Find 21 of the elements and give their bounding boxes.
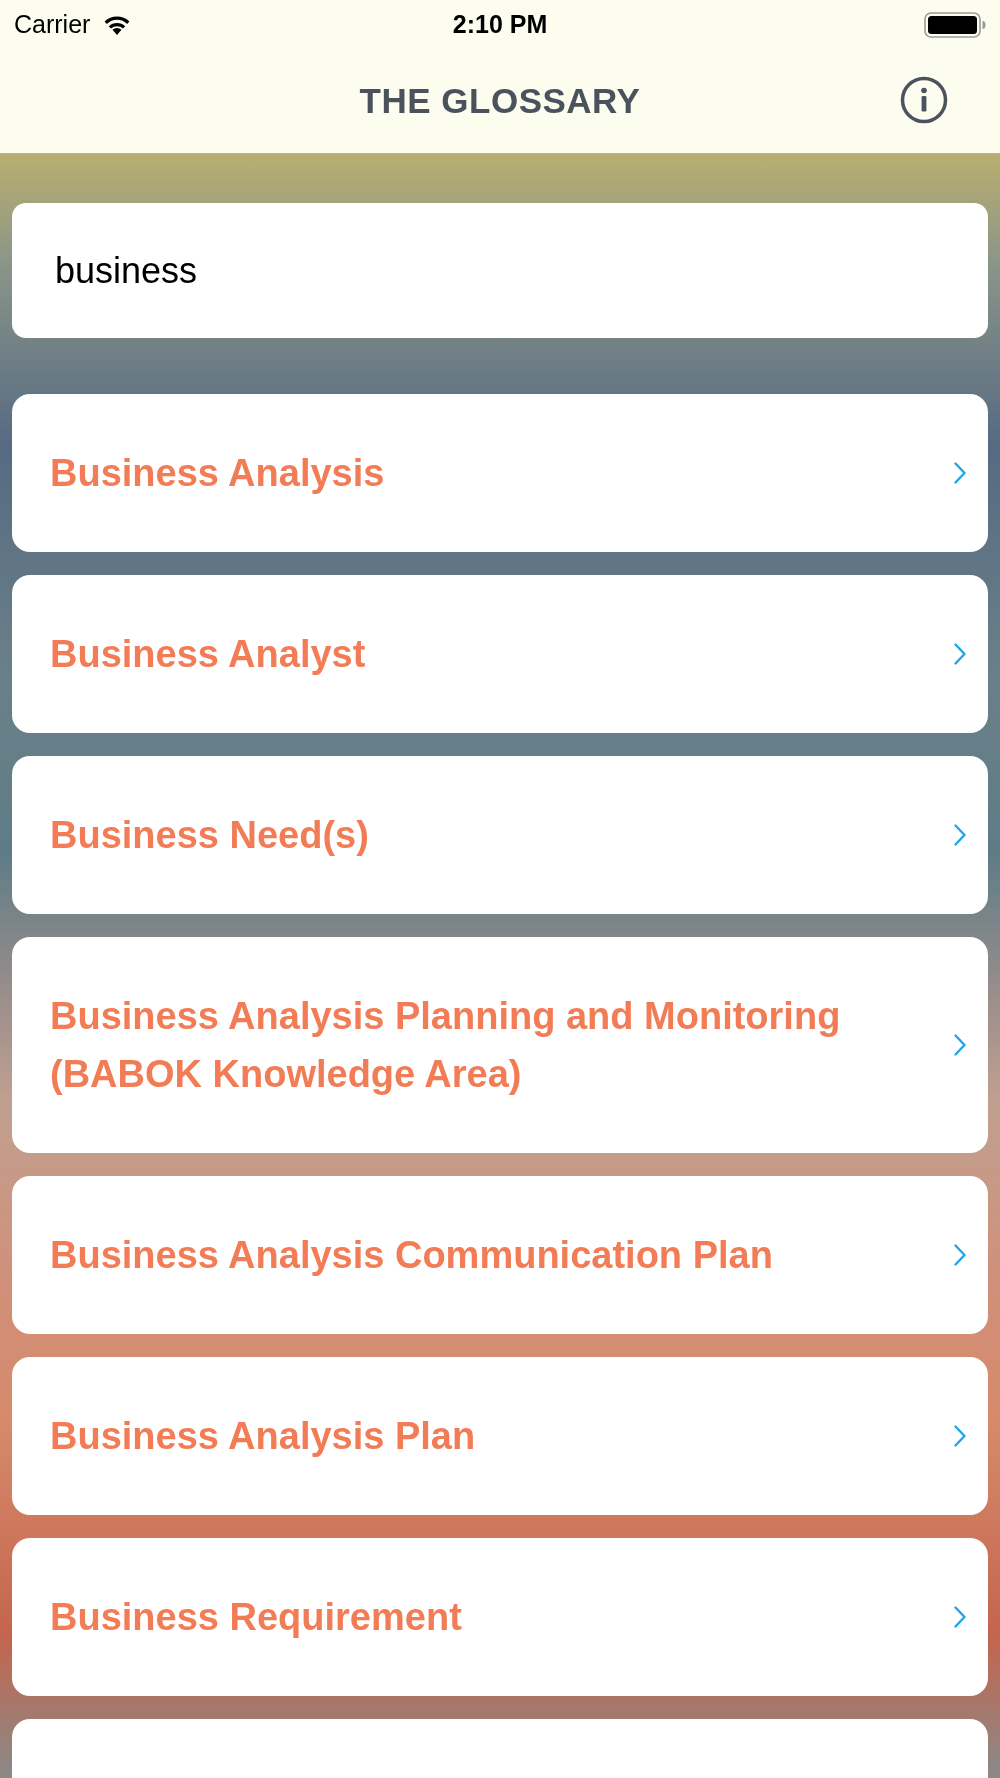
carrier-label: Carrier xyxy=(14,9,91,41)
glossary-term-row[interactable]: Business Analyst xyxy=(12,575,988,733)
search-field[interactable]: business xyxy=(12,203,988,338)
chevron-right-icon xyxy=(954,1034,966,1056)
chevron-right-icon xyxy=(954,824,966,846)
info-icon xyxy=(900,76,948,124)
glossary-term-row[interactable]: Business Analysis Communication Plan xyxy=(12,1176,988,1334)
glossary-term-row[interactable]: Business Analysis Plan xyxy=(12,1357,988,1515)
chevron-right-icon xyxy=(954,1244,966,1266)
glossary-term-row[interactable]: Business Analysis xyxy=(12,394,988,552)
app-title: THE GLOSSARY xyxy=(359,80,641,123)
chevron-right-icon xyxy=(954,462,966,484)
status-time: 2:10 PM xyxy=(452,9,548,41)
chevron-right-icon xyxy=(954,1425,966,1447)
chevron-right-icon xyxy=(954,643,966,665)
chevron-right-icon xyxy=(954,1606,966,1628)
battery-icon xyxy=(924,12,986,38)
glossary-term-row[interactable]: Business Requirement xyxy=(12,1538,988,1696)
glossary-term-row[interactable]: Business Need(s) xyxy=(12,756,988,914)
info-button[interactable] xyxy=(900,76,948,124)
glossary-term-row[interactable]: Business Analysis Planning and Monitoring (BABOK Knowledge Area) xyxy=(12,937,988,1153)
